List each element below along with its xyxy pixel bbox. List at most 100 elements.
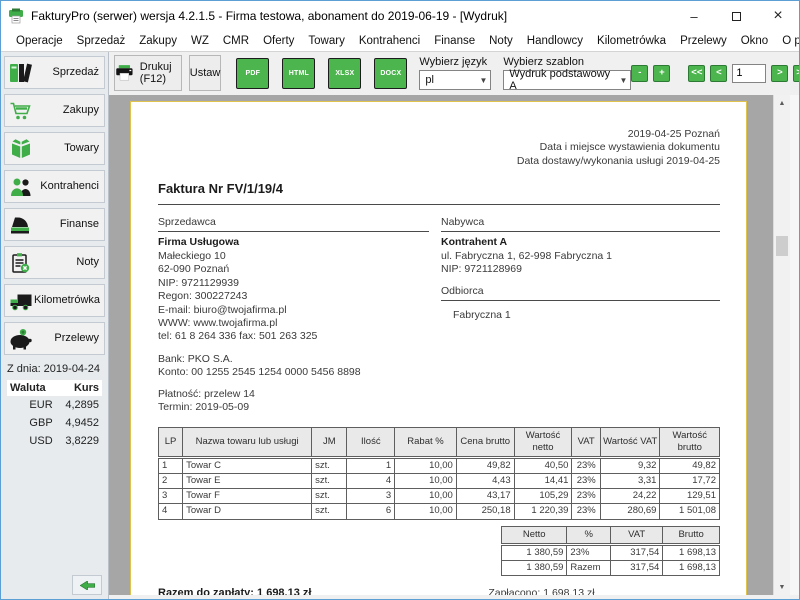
export-pdf-button[interactable]: PDF [236, 58, 269, 89]
menu-item-towary[interactable]: Towary [301, 33, 351, 49]
scrollbar-track[interactable] [774, 111, 790, 579]
prev-page-button[interactable]: < [710, 65, 727, 82]
note-clipboard-icon [8, 252, 34, 274]
menu-item-przelewy[interactable]: Przelewy [673, 33, 734, 49]
cell-vat: 23% [572, 474, 601, 489]
minimize-button[interactable]: – [673, 1, 715, 31]
invoice-page: 2019-04-25 Poznań Data i miejsce wystawi… [130, 101, 747, 595]
sidebar-item-towary[interactable]: Towary [4, 132, 105, 165]
app-window: FakturyPro (serwer) wersja 4.2.1.5 - Fir… [0, 0, 800, 600]
menu-item-handlowcy[interactable]: Handlowcy [520, 33, 590, 49]
sum-col-brutto: Brutto [663, 526, 720, 544]
col-vat: VAT [572, 427, 601, 457]
cell-net-value: 105,29 [514, 489, 572, 504]
cell-vat: 23% [572, 504, 601, 519]
cell-gross-value: 17,72 [660, 474, 720, 489]
sidebar-item-label: Przelewy [54, 333, 99, 344]
export-docx-button[interactable]: DOCX [374, 58, 407, 89]
invoice-parties: Sprzedawca Firma Usługowa Małeckiego 10 … [158, 216, 720, 344]
template-select-label: Wybierz szablon [503, 57, 631, 68]
menu-item-cmr[interactable]: CMR [216, 33, 256, 49]
sidebar-item-sprzedaz[interactable]: Sprzedaż [4, 56, 105, 89]
menu-item-zakupy[interactable]: Zakupy [132, 33, 184, 49]
cell-gross-value: 1 501,08 [660, 504, 720, 519]
items-header-row: LP Nazwa towaru lub usługi JM Ilość Raba… [159, 427, 720, 457]
rate-row: USD 3,8229 [7, 432, 102, 450]
menu-item-kontrahenci[interactable]: Kontrahenci [352, 33, 427, 49]
truck-icon [8, 290, 34, 312]
buyer-name: Kontrahent A [441, 236, 720, 249]
cell-unit: szt. [312, 457, 347, 473]
language-select[interactable]: pl ▼ [419, 70, 491, 90]
bank-account: Konto: 00 1255 2545 1254 0000 5456 8898 [158, 366, 720, 379]
cell-discount: 10,00 [395, 474, 457, 489]
sidebar-item-finanse[interactable]: Finanse [4, 208, 105, 241]
collapse-sidebar-button[interactable] [72, 575, 102, 595]
sidebar-item-kontrahenci[interactable]: Kontrahenci [4, 170, 105, 203]
last-page-button[interactable]: >> [793, 65, 800, 82]
rate-currency: USD [7, 432, 56, 450]
template-select[interactable]: Wydruk podstawowy A ▼ [503, 70, 631, 90]
open-box-icon [8, 138, 34, 160]
page-number-input[interactable] [732, 64, 766, 83]
printer-icon [115, 61, 134, 85]
zoom-out-button[interactable]: - [631, 65, 648, 82]
preview-scrollbar[interactable]: ▲ ▼ [773, 95, 790, 595]
sum-col-percent: % [567, 526, 611, 544]
col-lp: LP [159, 427, 183, 457]
buyer-section: Nabywca Kontrahent A ul. Fabryczna 1, 62… [439, 216, 720, 344]
menu-item-kilometrowka[interactable]: Kilometrówka [590, 33, 673, 49]
rates-col-rate: Kurs [56, 380, 102, 396]
scroll-down-icon[interactable]: ▼ [774, 579, 790, 595]
settings-button[interactable]: Ustaw [189, 55, 222, 91]
menu-item-oferty[interactable]: Oferty [256, 33, 301, 49]
zoom-in-button[interactable]: + [653, 65, 670, 82]
close-button[interactable]: × [757, 1, 799, 31]
export-html-button[interactable]: HTML [282, 58, 315, 89]
menu-item-noty[interactable]: Noty [482, 33, 520, 49]
menu-item-finanse[interactable]: Finanse [427, 33, 482, 49]
seller-line: Regon: 300227243 [158, 290, 429, 303]
cell-name: Towar F [183, 489, 312, 504]
bank-info: Bank: PKO S.A. Konto: 00 1255 2545 1254 … [158, 353, 720, 380]
summary-header-row: Netto % VAT Brutto [502, 526, 720, 544]
title-bar: FakturyPro (serwer) wersja 4.2.1.5 - Fir… [1, 1, 799, 31]
sidebar-item-zakupy[interactable]: Zakupy [4, 94, 105, 127]
seller-line: E-mail: biuro@twojafirma.pl [158, 304, 429, 317]
sidebar-item-label: Zakupy [63, 105, 99, 116]
menu-item-o-programie[interactable]: O programie [775, 33, 800, 49]
col-gross-value: Wartość brutto [660, 427, 720, 457]
cell-discount: 10,00 [395, 504, 457, 519]
rate-currency: GBP [7, 414, 56, 432]
first-page-button[interactable]: << [688, 65, 705, 82]
invoice-content: 2019-04-25 Poznań Data i miejsce wystawi… [131, 102, 746, 595]
next-page-button[interactable]: > [771, 65, 788, 82]
col-qty: Ilość [347, 427, 395, 457]
people-icon [8, 176, 34, 198]
cell-unit: szt. [312, 489, 347, 504]
rates-col-currency: Waluta [7, 380, 56, 396]
menu-item-okno[interactable]: Okno [734, 33, 776, 49]
item-row: 2 Towar E szt. 4 10,00 4,43 14,41 23% 3, [159, 474, 720, 489]
right-margin-strip [790, 95, 799, 595]
sidebar-item-przelewy[interactable]: Przelewy [4, 322, 105, 355]
menu-item-operacje[interactable]: Operacje [9, 33, 70, 49]
menu-item-sprzedaz[interactable]: Sprzedaż [70, 33, 133, 49]
sidebar-spacer [3, 450, 106, 575]
issue-place-date: 2019-04-25 Poznań [158, 128, 720, 141]
cell-lp: 3 [159, 489, 183, 504]
sidebar-item-noty[interactable]: Noty [4, 246, 105, 279]
cell-lp: 2 [159, 474, 183, 489]
menu-item-wz[interactable]: WZ [184, 33, 216, 49]
cell-qty: 6 [347, 504, 395, 519]
cell-vat: 23% [572, 489, 601, 504]
export-xlsx-button[interactable]: XLSX [328, 58, 361, 89]
scrollbar-thumb[interactable] [776, 236, 788, 256]
scroll-up-icon[interactable]: ▲ [774, 95, 790, 111]
sidebar-item-kilometrowka[interactable]: Kilometrówka [4, 284, 105, 317]
rate-value: 4,2895 [56, 396, 102, 414]
arrow-left-icon [80, 581, 95, 590]
language-select-group: Wybierz język pl ▼ [419, 56, 491, 90]
print-button[interactable]: Drukuj (F12) [114, 55, 182, 91]
maximize-button[interactable] [715, 1, 757, 31]
